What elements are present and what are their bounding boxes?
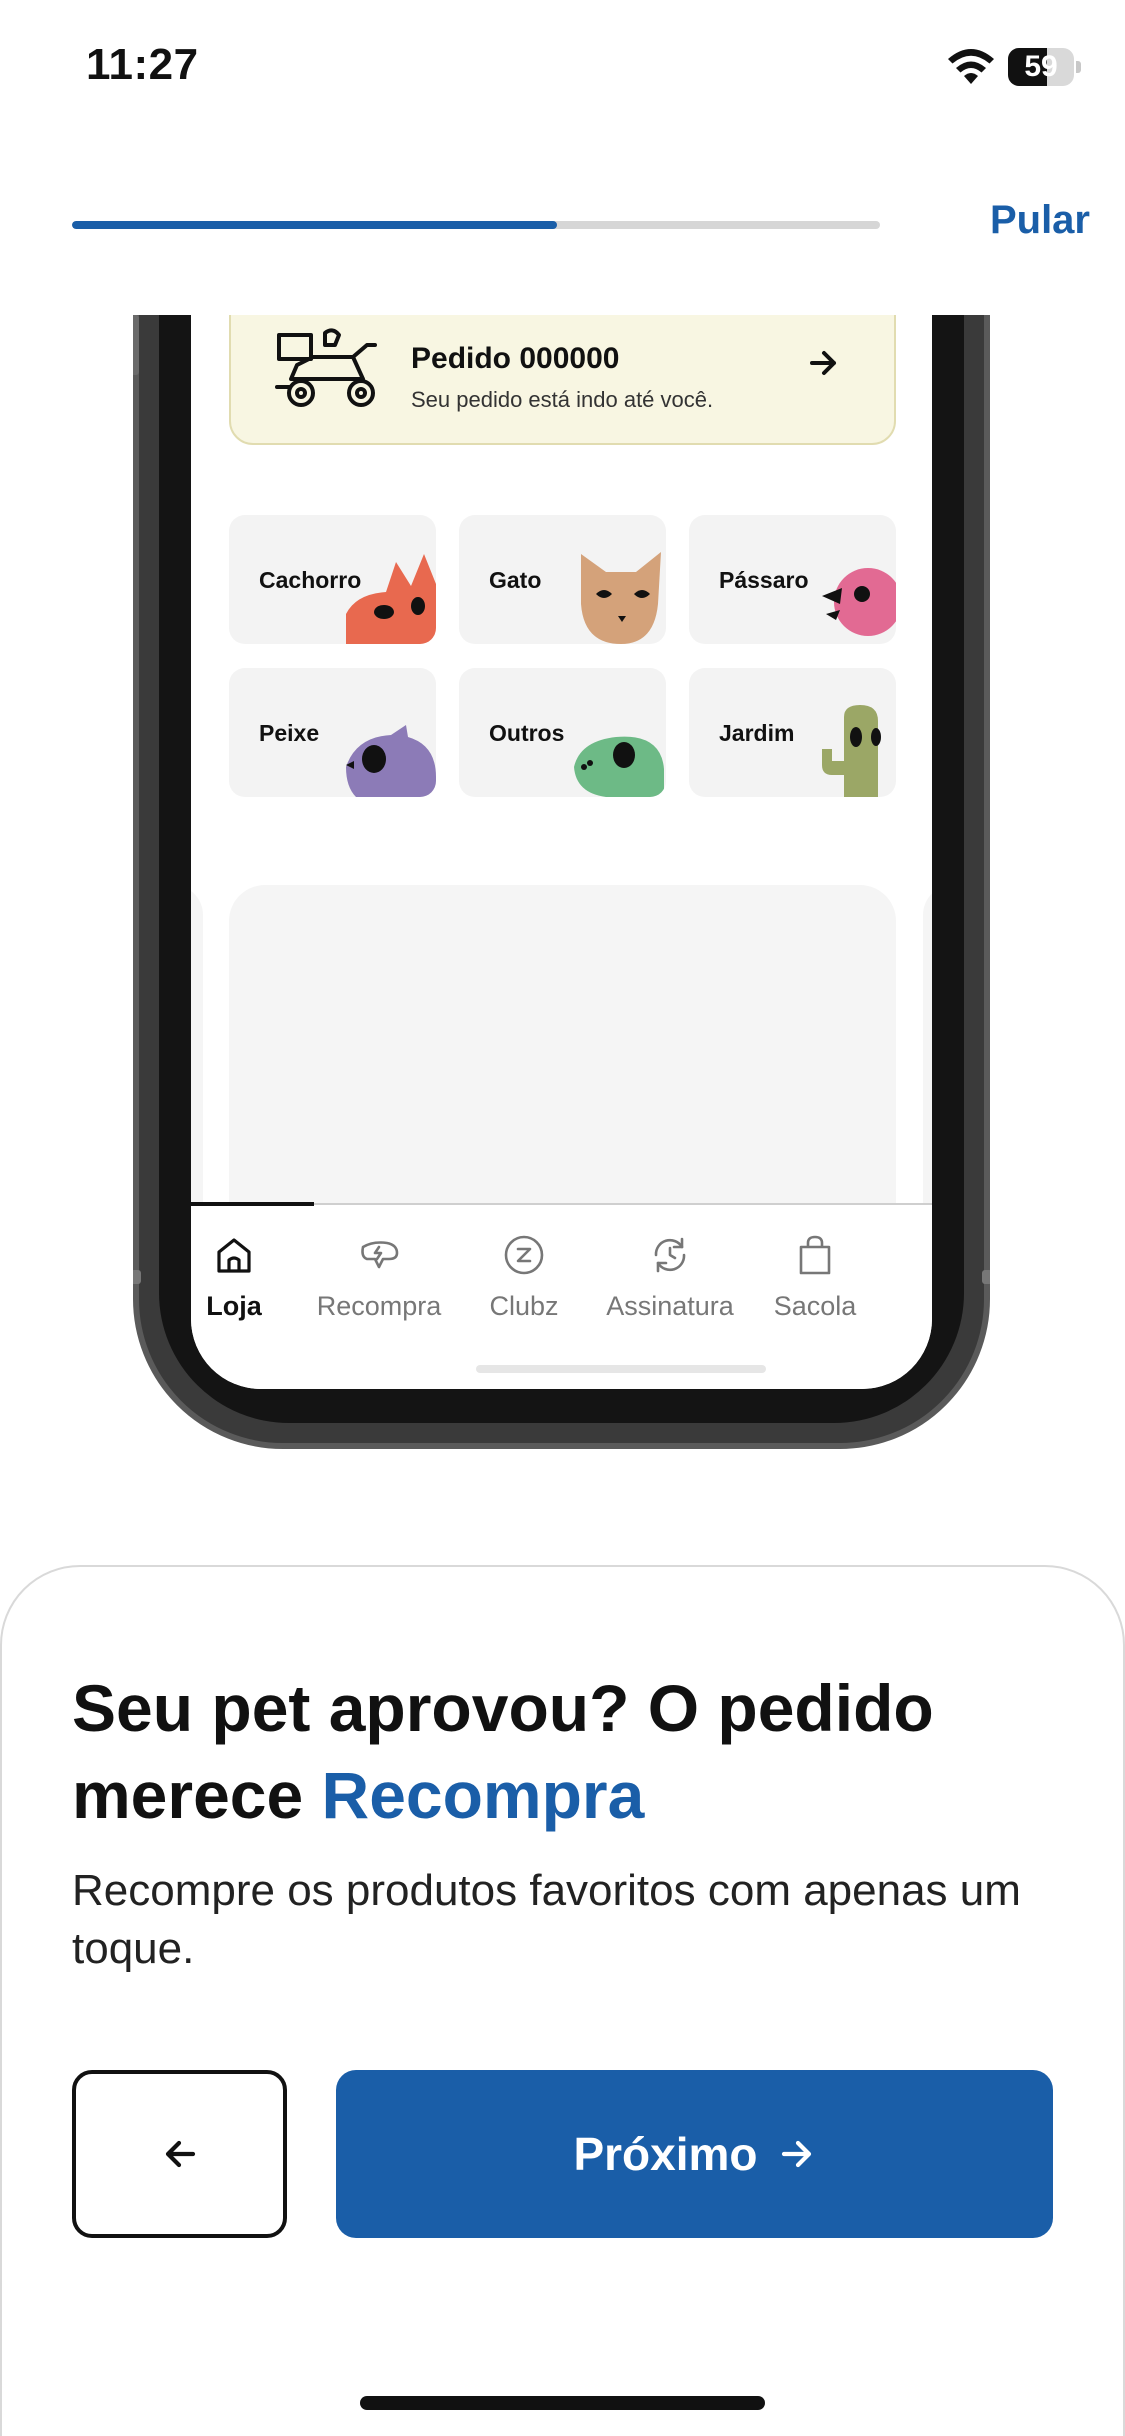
recompra-icon	[361, 1241, 399, 1269]
wifi-icon	[948, 49, 994, 84]
category-card-passaro[interactable]: Pássaro	[689, 515, 896, 644]
fish-icon	[346, 725, 436, 797]
category-label: Peixe	[259, 720, 320, 746]
clubz-icon	[504, 1235, 544, 1275]
tab-clubz[interactable]: Clubz	[454, 1233, 594, 1333]
home-indicator	[360, 2396, 765, 2410]
mockup-home-indicator	[476, 1365, 766, 1373]
category-card-outros[interactable]: Outros	[459, 668, 666, 797]
phone-mockup: Pedido 000000 Seu pedido está indo até v…	[133, 315, 990, 1449]
arrow-left-icon	[165, 2140, 195, 2168]
tab-sacola[interactable]: Sacola	[745, 1233, 885, 1333]
battery-level: 59	[1024, 50, 1058, 83]
order-title: Pedido 000000	[411, 342, 620, 375]
category-label: Gato	[489, 567, 542, 593]
tab-loja[interactable]: Loja	[191, 1233, 304, 1333]
home-icon	[217, 1238, 251, 1273]
arrow-right-icon	[781, 2140, 811, 2168]
mockup-screen: Pedido 000000 Seu pedido está indo até v…	[191, 315, 932, 1389]
category-card-peixe[interactable]: Peixe	[229, 668, 436, 797]
phone-side-button	[133, 315, 139, 375]
back-button[interactable]	[72, 2070, 287, 2238]
next-button[interactable]: Próximo	[336, 2070, 1053, 2238]
reptile-icon	[574, 736, 664, 797]
battery-icon: 59	[1008, 48, 1081, 86]
order-status-card: Pedido 000000 Seu pedido está indo até v…	[229, 315, 896, 445]
tab-label: Recompra	[316, 1291, 442, 1321]
next-button-label: Próximo	[573, 2128, 758, 2180]
tab-label: Clubz	[489, 1291, 559, 1321]
tab-bar: Loja Recompra Clubz Assinatura Sacola	[191, 1202, 932, 1389]
onboarding-progress	[72, 221, 880, 229]
category-label: Outros	[489, 720, 565, 746]
status-time: 11:27	[86, 40, 199, 89]
dog-icon	[346, 554, 436, 644]
tab-label: Assinatura	[606, 1291, 734, 1321]
onboarding-description: Recompre os produtos favoritos com apena…	[72, 1866, 1021, 1973]
category-card-jardim[interactable]: Jardim	[689, 668, 896, 797]
delivery-scooter-icon	[275, 328, 377, 407]
bird-icon	[822, 568, 896, 636]
skip-button[interactable]: Pular	[940, 198, 1090, 243]
onboarding-headline: Seu pet aprovou? O pedido merece Recompr…	[72, 1665, 1072, 1839]
tab-label: Loja	[206, 1291, 262, 1321]
status-bar: 11:27 59	[0, 0, 1125, 140]
tab-active-indicator	[191, 1202, 314, 1206]
category-card-cachorro[interactable]: Cachorro	[229, 515, 436, 644]
tab-assinatura[interactable]: Assinatura	[600, 1233, 740, 1333]
subscription-icon	[654, 1237, 686, 1273]
cactus-icon	[822, 705, 881, 797]
order-subtitle: Seu pedido está indo até você.	[411, 387, 714, 412]
bag-icon	[799, 1235, 831, 1275]
onboarding-progress-fill	[72, 221, 557, 229]
headline-accent: Recompra	[321, 1758, 645, 1832]
cat-icon	[581, 552, 661, 644]
tab-recompra[interactable]: Recompra	[309, 1233, 449, 1333]
category-label: Jardim	[719, 720, 795, 746]
category-card-gato[interactable]: Gato	[459, 515, 666, 644]
tab-label: Sacola	[773, 1291, 857, 1321]
arrow-right-icon	[810, 351, 836, 375]
